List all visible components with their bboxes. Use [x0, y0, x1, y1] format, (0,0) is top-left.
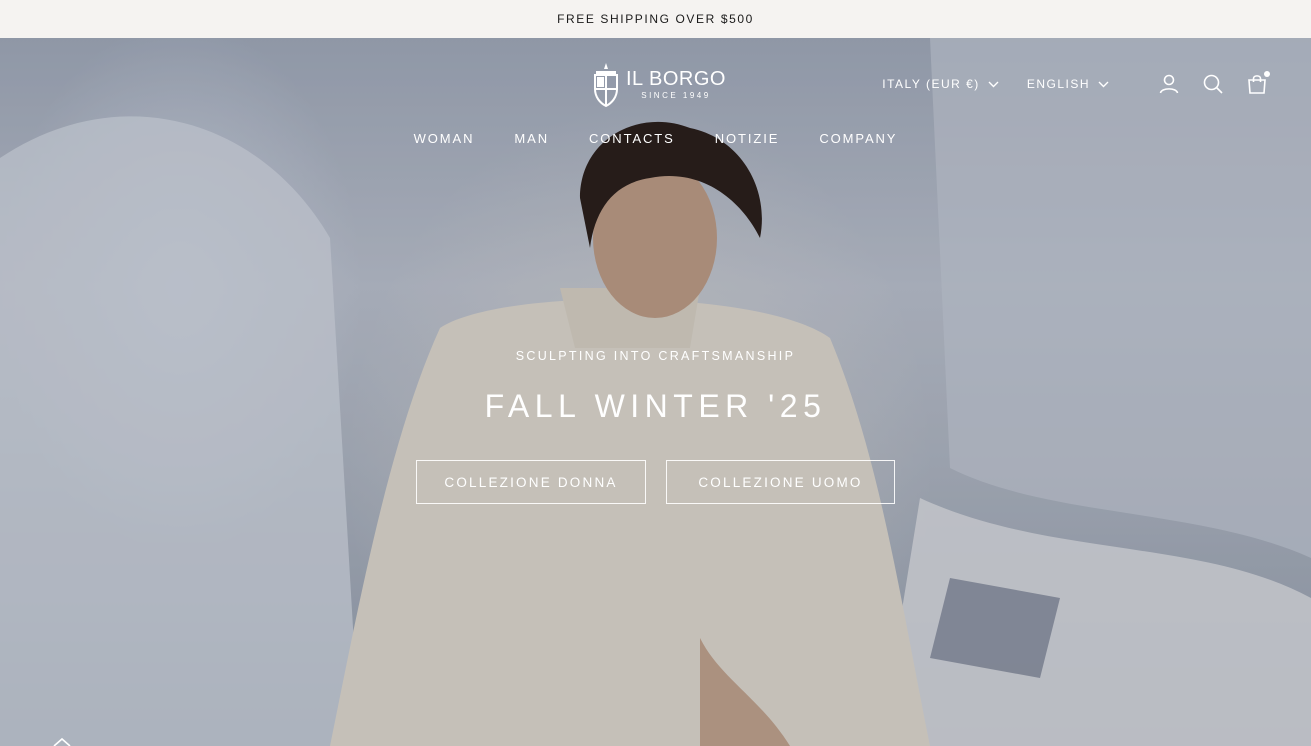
hero-headline: FALL WINTER '25 [484, 388, 827, 424]
cart-button[interactable] [1245, 71, 1270, 96]
account-icon [1159, 74, 1179, 94]
brand-logo[interactable]: IL BORGO SINCE 1949 [592, 60, 726, 108]
hero-cta-group: COLLEZIONE DONNA COLLEZIONE UOMO [0, 460, 1311, 504]
collezione-donna-button[interactable]: COLLEZIONE DONNA [416, 460, 646, 504]
nav-item-company[interactable]: COMPANY [819, 131, 897, 146]
brand-since: SINCE 1949 [641, 90, 711, 100]
nav-item-notizie[interactable]: NOTIZIE [715, 131, 780, 146]
country-selector[interactable]: ITALY (EUR €) [882, 77, 999, 91]
hero-eyebrow: SCULPTING INTO CRAFTSMANSHIP [515, 349, 796, 363]
nav-item-woman[interactable]: WOMAN [414, 131, 475, 146]
country-selector-label: ITALY (EUR €) [882, 77, 980, 91]
chevron-down-icon [988, 81, 999, 87]
search-button[interactable] [1201, 72, 1225, 96]
language-selector-label: ENGLISH [1026, 77, 1090, 91]
main-navigation: WOMAN MAN CONTACTS NOTIZIE COMPANY [0, 131, 1311, 146]
language-selector[interactable]: ENGLISH [1027, 77, 1109, 91]
brand-name: IL BORGO [626, 67, 726, 90]
announcement-text: FREE SHIPPING OVER $500 [557, 12, 754, 26]
chevron-up-icon [53, 737, 71, 746]
header-controls: ITALY (EUR €) ENGLISH [882, 70, 1270, 98]
crest-icon [594, 63, 618, 107]
collezione-uomo-button[interactable]: COLLEZIONE UOMO [666, 460, 895, 504]
search-icon [1203, 74, 1223, 94]
announcement-bar: FREE SHIPPING OVER $500 [0, 0, 1311, 38]
cart-indicator-dot [1264, 71, 1270, 77]
brand-wordmark: IL BORGO SINCE 1949 [626, 69, 726, 100]
account-button[interactable] [1157, 72, 1181, 96]
nav-item-contacts[interactable]: CONTACTS [589, 131, 675, 146]
nav-item-man[interactable]: MAN [514, 131, 549, 146]
chevron-down-icon [1098, 81, 1109, 87]
